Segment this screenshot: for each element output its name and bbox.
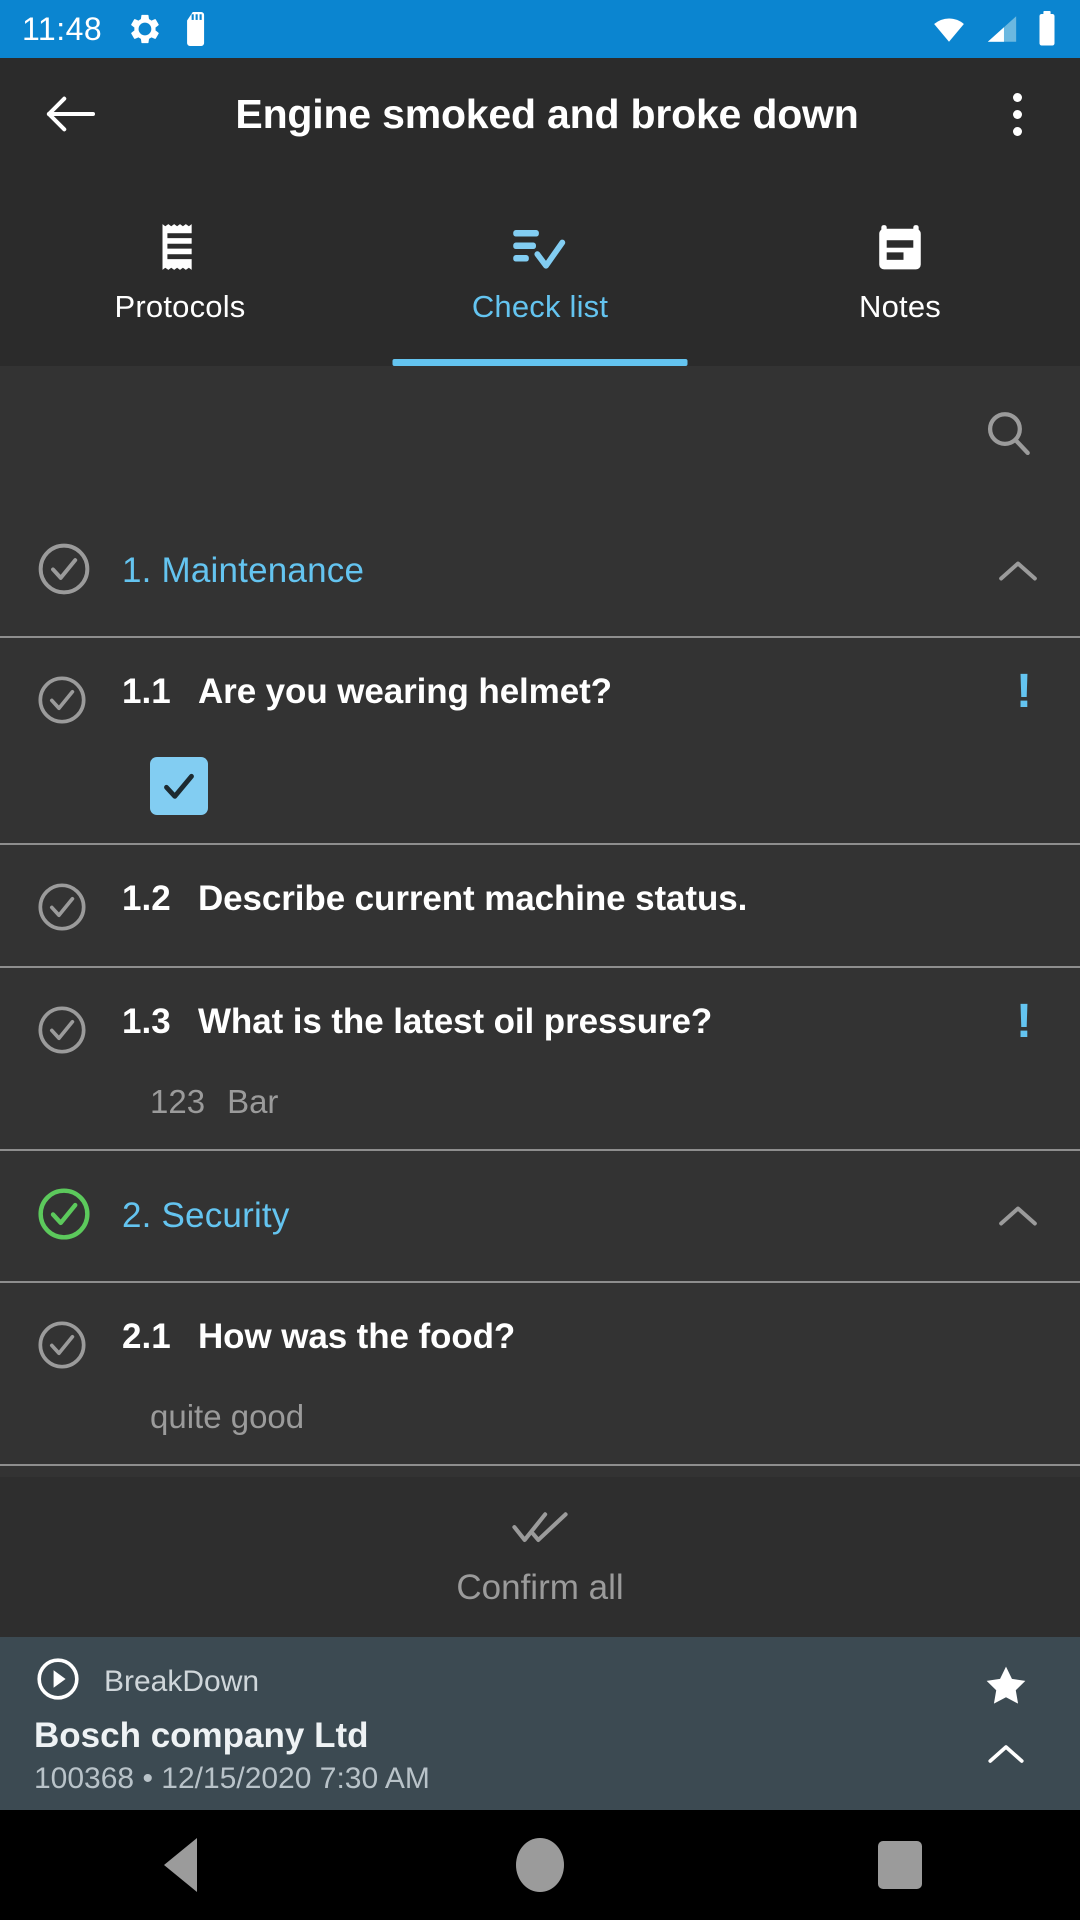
section-status-icon-pending[interactable] xyxy=(36,541,92,602)
nav-back-button[interactable] xyxy=(110,1810,250,1920)
item-checkbox[interactable] xyxy=(150,757,208,815)
tab-notes[interactable]: Notes xyxy=(720,170,1080,366)
item-number: 1.2 xyxy=(122,879,171,918)
star-icon[interactable] xyxy=(982,1663,1030,1714)
search-icon[interactable] xyxy=(982,407,1036,466)
item-question: Describe current machine status. xyxy=(198,879,748,918)
cellular-signal-icon xyxy=(984,12,1020,46)
section-title: 1. Maintenance xyxy=(122,551,365,590)
more-vertical-icon xyxy=(1012,89,1022,140)
battery-icon xyxy=(1036,11,1058,47)
back-triangle-icon xyxy=(163,1838,197,1892)
item-question: Are you wearing helmet? xyxy=(198,672,612,711)
wifi-icon xyxy=(930,12,968,46)
nav-recents-button[interactable] xyxy=(830,1810,970,1920)
app-bar: Engine smoked and broke down xyxy=(0,58,1080,170)
tab-label-protocols: Protocols xyxy=(114,289,246,324)
checklist-item-1-2[interactable]: 1.2 Describe current machine status. xyxy=(0,845,1080,968)
checklist-item-1-1[interactable]: 1.1 Are you wearing helmet? ! xyxy=(0,638,1080,845)
job-company-name: Bosch company Ltd xyxy=(34,1716,369,1755)
item-status-icon[interactable] xyxy=(36,672,94,731)
item-number: 1.3 xyxy=(122,1002,171,1041)
android-nav-bar xyxy=(0,1810,1080,1920)
receipt-icon xyxy=(152,219,208,275)
double-check-icon xyxy=(511,1507,569,1554)
home-circle-icon xyxy=(516,1838,564,1892)
status-bar-clock: 11:48 xyxy=(22,10,103,47)
item-number: 2.1 xyxy=(122,1317,171,1356)
checklist-content: 1. Maintenance 1.1 Are you wearing helme… xyxy=(0,366,1080,1477)
item-question: How was the food? xyxy=(198,1317,516,1356)
item-status-icon[interactable] xyxy=(36,879,94,938)
job-meta: 100368 • 12/15/2020 7:30 AM xyxy=(34,1762,430,1795)
item-status-icon[interactable] xyxy=(36,1002,94,1061)
item-status-icon[interactable] xyxy=(36,1317,94,1376)
checklist-sections: 1. Maintenance 1.1 Are you wearing helme… xyxy=(0,506,1080,1477)
checklist-item-2-1[interactable]: 2.1 How was the food? quite good xyxy=(0,1283,1080,1466)
note-icon xyxy=(872,219,928,275)
tab-bar: Protocols Check list Notes xyxy=(0,170,1080,366)
checklist-icon xyxy=(511,219,569,275)
recents-square-icon xyxy=(878,1841,922,1889)
search-row xyxy=(0,366,1080,506)
settings-gear-icon xyxy=(128,12,162,46)
tab-check-list[interactable]: Check list xyxy=(360,170,720,366)
tab-label-notes: Notes xyxy=(859,289,941,324)
item-answer-value: 123 xyxy=(150,1083,206,1120)
page-title: Engine smoked and broke down xyxy=(235,90,859,137)
sd-card-icon xyxy=(182,12,212,46)
confirm-all-label: Confirm all xyxy=(456,1567,624,1607)
back-arrow-icon xyxy=(46,96,96,132)
back-button[interactable] xyxy=(32,76,108,152)
item-number: 1.1 xyxy=(122,672,171,711)
section-title: 2. Security xyxy=(122,1196,290,1235)
section-status-icon-complete[interactable] xyxy=(36,1186,92,1247)
job-type-label: BreakDown xyxy=(104,1664,260,1698)
chevron-up-icon[interactable] xyxy=(992,1201,1044,1231)
section-header-maintenance[interactable]: 1. Maintenance xyxy=(0,506,1080,638)
job-summary-bar[interactable]: BreakDown Bosch company Ltd 100368 • 12/… xyxy=(0,1637,1080,1810)
overflow-menu-button[interactable] xyxy=(986,76,1048,152)
item-answer-value: quite good xyxy=(150,1398,305,1435)
checkmark-icon xyxy=(164,773,194,799)
confirm-all-button[interactable]: Confirm all xyxy=(0,1477,1080,1637)
tab-label-check-list: Check list xyxy=(471,289,609,324)
item-answer[interactable]: quite good xyxy=(150,1398,1044,1436)
item-answer-unit: Bar xyxy=(227,1083,279,1120)
app-root: 11:48 Engine smoked and broke down Proto… xyxy=(0,0,1080,1920)
chevron-up-icon[interactable] xyxy=(992,556,1044,586)
tab-active-indicator xyxy=(392,359,688,366)
play-circle-icon[interactable] xyxy=(34,1655,82,1708)
nav-home-button[interactable] xyxy=(470,1810,610,1920)
tab-protocols[interactable]: Protocols xyxy=(0,170,360,366)
item-answer[interactable]: 123 Bar xyxy=(150,1083,1044,1121)
checklist-item-1-3[interactable]: 1.3 What is the latest oil pressure? ! 1… xyxy=(0,968,1080,1151)
expand-chevron-up-icon[interactable] xyxy=(984,1740,1028,1773)
required-marker: ! xyxy=(1016,995,1032,1048)
status-bar: 11:48 xyxy=(0,0,1080,58)
section-header-security[interactable]: 2. Security xyxy=(0,1151,1080,1283)
required-marker: ! xyxy=(1016,665,1032,718)
item-question: What is the latest oil pressure? xyxy=(198,1002,713,1041)
